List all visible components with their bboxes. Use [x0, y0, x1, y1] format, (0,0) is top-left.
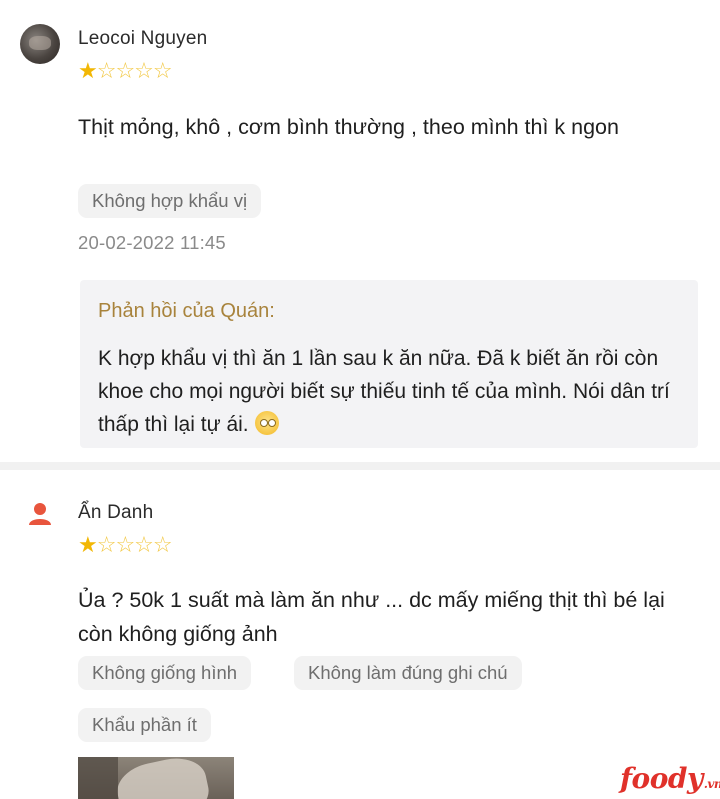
reply-text-content: K hợp khẩu vị thì ăn 1 lần sau k ăn nữa.… — [98, 347, 670, 436]
reply-text: K hợp khẩu vị thì ăn 1 lần sau k ăn nữa.… — [98, 342, 688, 441]
star-filled-icon: ★ — [78, 532, 98, 557]
flushed-face-emoji-icon — [254, 411, 279, 435]
review-tag: Khẩu phần ít — [78, 708, 211, 742]
foody-logo: foody.vn — [620, 762, 720, 795]
reply-title: Phản hồi của Quán: — [98, 300, 275, 322]
foody-logo-text: foody — [620, 762, 703, 795]
review-card: Leocoi Nguyen ★☆☆☆☆ Thịt mỏng, khô , cơm… — [0, 0, 720, 462]
review-comment: Thịt mỏng, khô , cơm bình thường , theo … — [78, 115, 619, 139]
review-tag: Không giống hình — [78, 656, 252, 690]
anonymous-person-icon — [29, 503, 51, 525]
review-username[interactable]: Leocoi Nguyen — [78, 28, 207, 50]
star-empty-icon: ☆☆☆☆ — [96, 58, 173, 83]
star-rating: ★☆☆☆☆ — [78, 58, 173, 83]
review-comment: Ủa ? 50k 1 suất mà làm ăn như ... dc mấy… — [78, 588, 665, 646]
review-divider — [0, 462, 720, 470]
review-tag: Không làm đúng ghi chú — [294, 656, 522, 690]
merchant-reply: Phản hồi của Quán: K hợp khẩu vị thì ăn … — [80, 280, 698, 448]
review-username[interactable]: Ẩn Danh — [78, 502, 153, 524]
user-avatar[interactable] — [20, 24, 60, 64]
star-rating: ★☆☆☆☆ — [78, 532, 173, 557]
review-photo[interactable] — [78, 757, 234, 799]
star-empty-icon: ☆☆☆☆ — [96, 532, 173, 557]
foody-logo-suffix: .vn — [703, 777, 720, 791]
review-timestamp: 20-02-2022 11:45 — [78, 232, 226, 253]
star-filled-icon: ★ — [78, 58, 98, 83]
review-tag: Không hợp khẩu vị — [78, 184, 262, 218]
